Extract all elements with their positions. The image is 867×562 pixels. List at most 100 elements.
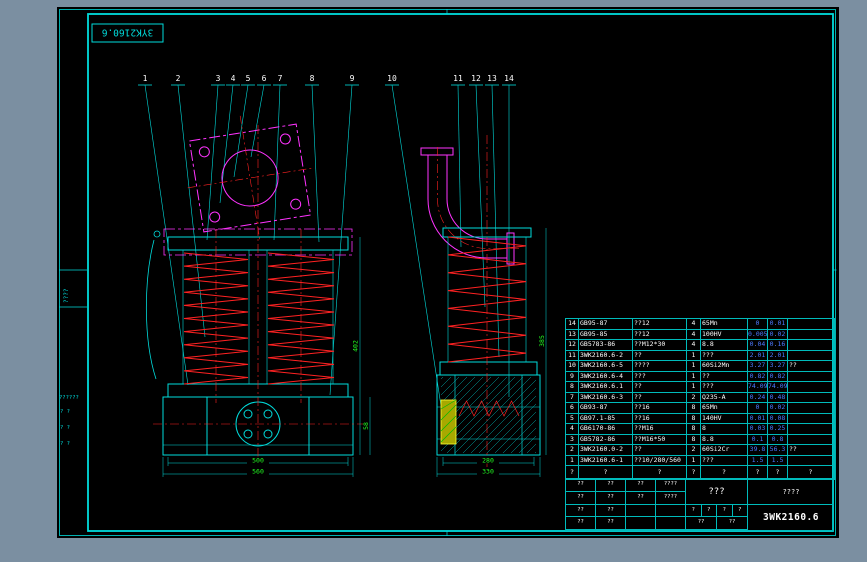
title-block-cell: ????: [656, 479, 686, 492]
bom-cell-remark: [788, 455, 834, 466]
cad-viewport: 3YK2160.6 1 2 3 4 5 6 7 8 9 10 11 12 13 14: [0, 0, 867, 562]
title-block-cell: [626, 517, 656, 530]
bom-cell-unit-weight: 0.82: [748, 371, 768, 382]
leader-line: [233, 84, 249, 178]
bom-cell-name: ??12: [633, 319, 687, 330]
title-block-cell: ??: [717, 517, 748, 530]
title-block-cells-row2: ????: [686, 517, 748, 530]
bom-cell-material: ???: [701, 350, 748, 361]
bom-cell-qty: 1: [687, 371, 701, 382]
margin-text: ??????: [59, 395, 79, 401]
title-block: ???????????????????????????? ??? ???? ??…: [565, 478, 834, 531]
bom-cell-total-weight: 0.08: [768, 413, 788, 424]
bom-cell-qty: 2: [687, 445, 701, 456]
bom-cell-remark: [788, 392, 834, 403]
bom-cell-name: ??M16: [633, 424, 687, 435]
bom-cell-unit-weight: 1.5: [748, 455, 768, 466]
bom-cell-qty: 8: [687, 413, 701, 424]
bom-cell-unit-weight: 0: [748, 319, 768, 330]
bom-cell-unit-weight: 0.1: [748, 434, 768, 445]
title-block-revision-grid: ????????????????????????????: [566, 479, 686, 530]
bom-cell-qty: 8: [687, 424, 701, 435]
bom-cell-no: 2: [566, 445, 579, 456]
bom-cell-no: 4: [566, 424, 579, 435]
bom-cell-remark: [788, 413, 834, 424]
bom-cell-total-weight: 0.25: [768, 424, 788, 435]
bom-cell-remark: [788, 340, 834, 351]
bom-cell-no: 8: [566, 382, 579, 393]
rubber-pad-detail: [440, 399, 457, 445]
bom-cell-code: GB5783-86: [579, 340, 633, 351]
bom-cell-material: 8.8: [701, 340, 748, 351]
bom-cell-unit-weight: 74.09: [748, 382, 768, 393]
bom-cell-total-weight: 0.82: [768, 371, 788, 382]
title-block-cell: ??: [566, 517, 596, 530]
title-block-cell: ?: [732, 505, 748, 517]
bom-cell-no: 10: [566, 361, 579, 372]
leader-line: [219, 84, 234, 204]
bom-cell-code: 3WK2160.0-2: [579, 445, 633, 456]
balloon-12: 12: [471, 74, 481, 83]
bom-cell-remark: ??: [788, 445, 834, 456]
title-block-cell: ??: [566, 491, 596, 505]
bom-cell-unit-weight: 0.03: [748, 424, 768, 435]
title-block-cell: ?: [686, 505, 702, 517]
bom-cell-name: ??16: [633, 413, 687, 424]
bom-cell-name: ??: [633, 350, 687, 361]
bom-cell-unit-weight: 39.8: [748, 445, 768, 456]
bom-cell-material: Q235-A: [701, 392, 748, 403]
bom-cell-name: ??M16*50: [633, 434, 687, 445]
bom-cell-unit-weight: 3.27: [748, 361, 768, 372]
bom-cell-remark: [788, 350, 834, 361]
bom-cell-material: 65Mn: [701, 319, 748, 330]
bom-cell-remark: [788, 329, 834, 340]
bom-cell-total-weight: 1.5: [768, 455, 788, 466]
dim-lv-base: 58: [362, 422, 370, 430]
bom-cell-code: 3WK2160.6-3: [579, 392, 633, 403]
bom-cell-no: 14: [566, 319, 579, 330]
bom-cell-no: 5: [566, 413, 579, 424]
title-block-cell: ??: [566, 479, 596, 492]
bom-cell-material: 100HV: [701, 329, 748, 340]
bom-cell-code: GB5782-86: [579, 434, 633, 445]
bom-cell-no: 1: [566, 455, 579, 466]
bom-cell-no: 11: [566, 350, 579, 361]
leader-line: [273, 84, 281, 241]
inlet-pipe-phantom: [420, 147, 515, 265]
bom-cell-code: 3WK2160.6-2: [579, 350, 633, 361]
bom-cell-code: GB97.1-85: [579, 413, 633, 424]
balloon-5: 5: [246, 74, 251, 83]
bom-cell-material: 65Mn: [701, 403, 748, 414]
title-block-cells-row1: ????: [686, 505, 748, 517]
drawing-sheet[interactable]: 3YK2160.6 1 2 3 4 5 6 7 8 9 10 11 12 13 14: [57, 7, 839, 538]
bom-cell-unit-weight: 0.01: [748, 413, 768, 424]
bom-cell-qty: 8: [687, 434, 701, 445]
balloon-11: 11: [453, 74, 463, 83]
bom-cell-code: GB93-87: [579, 403, 633, 414]
balloon-6: 6: [262, 74, 267, 83]
bom-cell-no: 3: [566, 434, 579, 445]
balloon-9: 9: [350, 74, 355, 83]
balloon-3: 3: [216, 74, 221, 83]
hold-down-cable: [145, 239, 157, 380]
title-block-cell: ??: [596, 517, 626, 530]
bom-cell-code: 3WK2160.6.1: [579, 382, 633, 393]
title-block-cell: ??: [596, 479, 626, 492]
bom-cell-total-weight: 0.48: [768, 392, 788, 403]
dim-rv-inner: 280: [482, 457, 494, 465]
title-block-cell: [656, 517, 686, 530]
title-block-cell: ??: [596, 504, 626, 518]
bom-cell-name: ??12: [633, 329, 687, 340]
bom-cell-qty: 2: [687, 392, 701, 403]
balloon-7: 7: [278, 74, 283, 83]
bom-cell-code: 3WK2160.6-1: [579, 455, 633, 466]
balloon-2: 2: [176, 74, 181, 83]
margin-sign-cell: ? ?: [60, 441, 70, 447]
title-block-cell: ??: [626, 491, 656, 505]
bom-cell-material: 60Si2Cr: [701, 445, 748, 456]
bom-cell-qty: 1: [687, 350, 701, 361]
dim-rv-height: 385: [538, 335, 546, 347]
part-name: ???: [686, 479, 748, 505]
bom-cell-unit-weight: 0.04: [748, 340, 768, 351]
title-block-cell: ??: [686, 517, 717, 530]
